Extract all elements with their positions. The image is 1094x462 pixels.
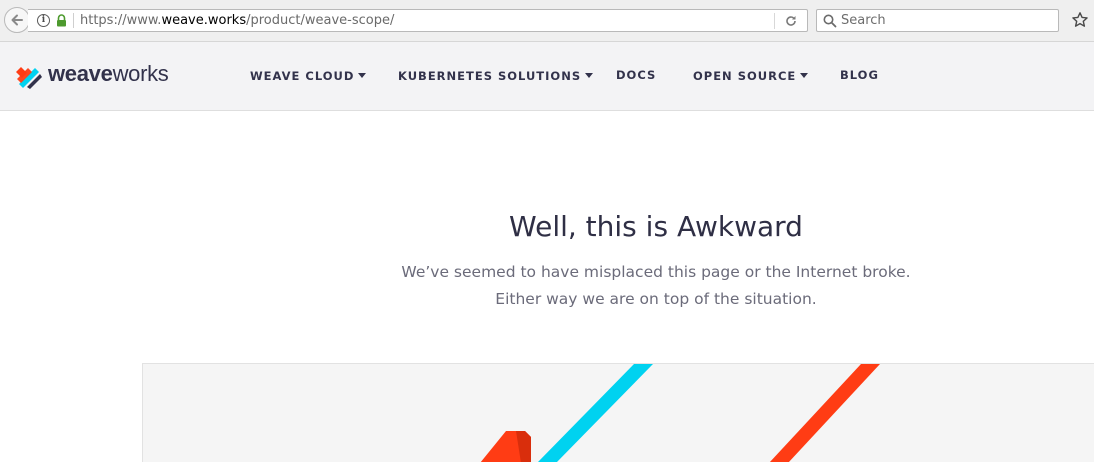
search-icon: [823, 14, 837, 28]
back-button[interactable]: [4, 7, 30, 33]
lock-icon[interactable]: [56, 14, 67, 27]
nav-kubernetes-solutions-label: KUBERNETES SOLUTIONS: [398, 69, 582, 83]
broken-lines-graphic: [480, 364, 880, 462]
reload-icon[interactable]: [783, 13, 799, 29]
logo-word-bold: weave: [48, 61, 113, 86]
bookmark-star-icon[interactable]: [1071, 11, 1089, 29]
url-text[interactable]: https://www.weave.works/product/weave-sc…: [80, 12, 394, 29]
nav-docs[interactable]: DOCS: [616, 68, 656, 82]
logo-word-regular: works: [112, 61, 169, 86]
caret-down-icon: [585, 73, 594, 78]
search-placeholder: Search: [841, 13, 886, 28]
nav-blog-label: BLOG: [840, 68, 879, 82]
nav-weave-cloud-label: WEAVE CLOUD: [250, 69, 355, 83]
site-header: weaveworks WEAVE CLOUD KUBERNETES SOLUTI…: [0, 42, 1094, 111]
nav-kubernetes-solutions[interactable]: KUBERNETES SOLUTIONS: [398, 69, 594, 83]
logo-wordmark: weaveworks: [48, 62, 169, 86]
url-prefix: https://www.: [80, 13, 162, 28]
error-illustration: [142, 363, 1094, 462]
address-bar[interactable]: i https://www.weave.works/product/weave-…: [28, 9, 808, 32]
nav-blog[interactable]: BLOG: [840, 68, 879, 82]
weaveworks-logo-icon: [16, 67, 42, 89]
url-separator: [73, 13, 74, 28]
page-title: Well, this is Awkward: [509, 210, 803, 243]
caret-down-icon: [800, 73, 809, 78]
url-domain: weave.works: [161, 13, 247, 28]
url-path: /product/weave-scope/: [246, 13, 395, 28]
error-message-line-1: We’ve seemed to have misplaced this page…: [401, 263, 911, 281]
search-bar[interactable]: Search: [816, 9, 1059, 32]
caret-down-icon: [358, 73, 367, 78]
browser-toolbar: i https://www.weave.works/product/weave-…: [0, 0, 1094, 42]
nav-open-source[interactable]: OPEN SOURCE: [693, 69, 809, 83]
nav-open-source-label: OPEN SOURCE: [693, 69, 797, 83]
back-arrow-icon: [11, 14, 23, 26]
url-separator-right: [774, 13, 775, 29]
info-icon[interactable]: i: [37, 14, 50, 27]
nav-docs-label: DOCS: [616, 68, 657, 82]
error-message-line-2: Either way we are on top of the situatio…: [495, 290, 817, 308]
nav-weave-cloud[interactable]: WEAVE CLOUD: [250, 69, 367, 83]
